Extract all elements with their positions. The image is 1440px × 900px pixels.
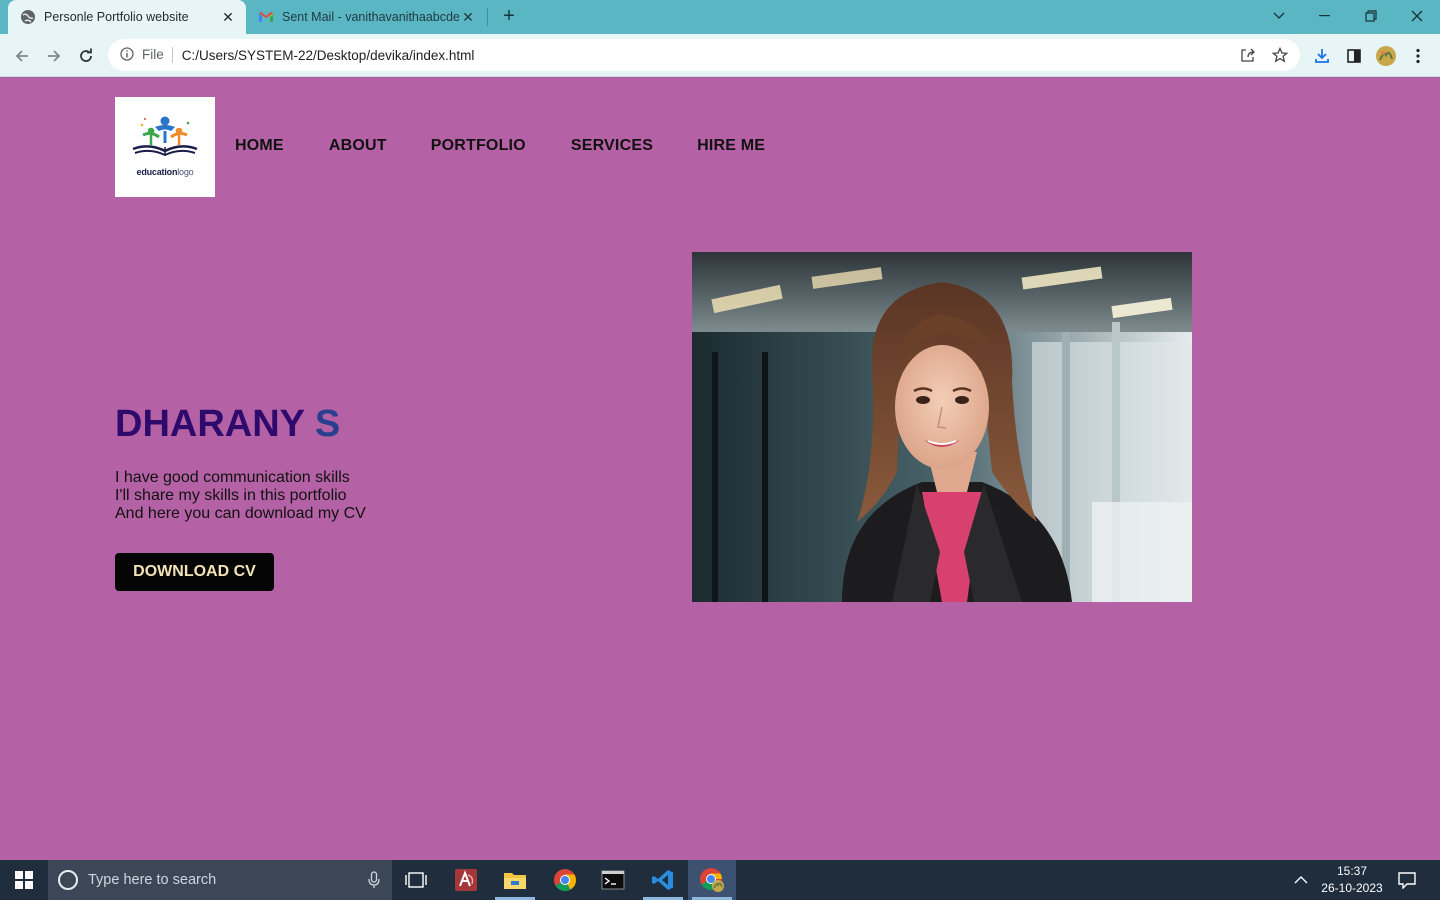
portfolio-page: educationlogo HOME ABOUT PORTFOLIO SERVI… bbox=[0, 77, 1440, 860]
nav-portfolio[interactable]: PORTFOLIO bbox=[431, 137, 526, 155]
profile-photo bbox=[692, 252, 1192, 602]
tab-title: Personle Portfolio website bbox=[44, 10, 189, 24]
bio-line: I'll share my skills in this portfolio bbox=[115, 487, 347, 504]
notification-icon[interactable] bbox=[1398, 860, 1416, 900]
tray-overflow-icon[interactable] bbox=[1294, 860, 1308, 900]
logo-wordmark: educationlogo bbox=[115, 167, 215, 177]
globe-icon bbox=[20, 9, 36, 25]
vscode-icon[interactable] bbox=[639, 860, 687, 900]
close-tab-icon[interactable]: ✕ bbox=[220, 9, 236, 26]
close-window-icon[interactable] bbox=[1394, 0, 1440, 32]
back-icon[interactable] bbox=[8, 42, 36, 70]
tab-separator bbox=[487, 8, 488, 26]
forward-icon[interactable] bbox=[40, 42, 68, 70]
hero-name: DHARANY S bbox=[115, 403, 340, 446]
first-name: DHARANY bbox=[115, 403, 305, 445]
address-bar[interactable]: File C:/Users/SYSTEM-22/Desktop/devika/i… bbox=[108, 39, 1300, 71]
taskbar-search-box[interactable]: Type here to search bbox=[48, 860, 392, 900]
last-name: S bbox=[314, 403, 341, 445]
bookmark-star-icon[interactable] bbox=[1272, 39, 1288, 71]
minimize-icon[interactable] bbox=[1302, 0, 1348, 32]
info-icon[interactable] bbox=[120, 46, 134, 64]
site-logo[interactable]: educationlogo bbox=[115, 97, 215, 197]
profile-avatar-icon[interactable] bbox=[1372, 42, 1400, 70]
education-logo-icon bbox=[132, 116, 198, 157]
close-tab-icon[interactable]: ✕ bbox=[460, 9, 476, 26]
access-app-icon[interactable] bbox=[442, 860, 490, 900]
nav-services[interactable]: SERVICES bbox=[571, 137, 653, 155]
bio-line: I have good communication skills bbox=[115, 469, 350, 486]
browser-tab-strip: Personle Portfolio website ✕ Sent Mail -… bbox=[0, 0, 1440, 34]
nav-hire-me[interactable]: HIRE ME bbox=[697, 137, 765, 155]
download-icon[interactable] bbox=[1308, 42, 1336, 70]
cortana-icon bbox=[58, 870, 78, 890]
windows-start-icon[interactable] bbox=[0, 860, 48, 900]
clock-time: 15:37 bbox=[1336, 864, 1368, 878]
task-view-icon[interactable] bbox=[392, 860, 440, 900]
menu-kebab-icon[interactable] bbox=[1404, 42, 1432, 70]
nav-home[interactable]: HOME bbox=[235, 137, 284, 155]
url-text[interactable]: C:/Users/SYSTEM-22/Desktop/devika/index.… bbox=[182, 48, 475, 63]
share-icon[interactable] bbox=[1240, 39, 1256, 71]
chrome-profile-icon[interactable] bbox=[688, 860, 736, 900]
scheme-label: File bbox=[142, 47, 173, 63]
terminal-icon[interactable] bbox=[589, 860, 637, 900]
tab-gmail[interactable]: Sent Mail - vanithavanithaabcde ✕ bbox=[250, 0, 486, 34]
chrome-icon[interactable] bbox=[541, 860, 589, 900]
main-nav: HOME ABOUT PORTFOLIO SERVICES HIRE ME bbox=[235, 137, 765, 155]
tab-portfolio[interactable]: Personle Portfolio website ✕ bbox=[8, 0, 246, 34]
restore-icon[interactable] bbox=[1348, 0, 1394, 32]
browser-toolbar: File C:/Users/SYSTEM-22/Desktop/devika/i… bbox=[0, 34, 1440, 77]
search-placeholder: Type here to search bbox=[88, 872, 217, 888]
windows-taskbar: Type here to search 15:37 26-10-2023 bbox=[0, 860, 1440, 900]
system-clock[interactable]: 15:37 26-10-2023 bbox=[1316, 863, 1388, 897]
new-tab-icon[interactable]: + bbox=[498, 5, 520, 27]
microphone-icon[interactable] bbox=[368, 871, 380, 893]
bio-line: And here you can download my CV bbox=[115, 505, 366, 522]
clock-date: 26-10-2023 bbox=[1321, 881, 1383, 895]
side-panel-icon[interactable] bbox=[1340, 42, 1368, 70]
reload-icon[interactable] bbox=[72, 42, 100, 70]
nav-about[interactable]: ABOUT bbox=[329, 137, 387, 155]
file-explorer-icon[interactable] bbox=[491, 860, 539, 900]
logo-word-light: logo bbox=[177, 167, 194, 177]
hero-bio: I have good communication skills I'll sh… bbox=[115, 469, 366, 523]
gmail-icon bbox=[258, 9, 274, 25]
tab-search-icon[interactable] bbox=[1256, 0, 1302, 32]
logo-word-bold: education bbox=[136, 167, 178, 177]
download-cv-button[interactable]: DOWNLOAD CV bbox=[115, 553, 274, 591]
tab-title: Sent Mail - vanithavanithaabcde bbox=[282, 10, 460, 24]
